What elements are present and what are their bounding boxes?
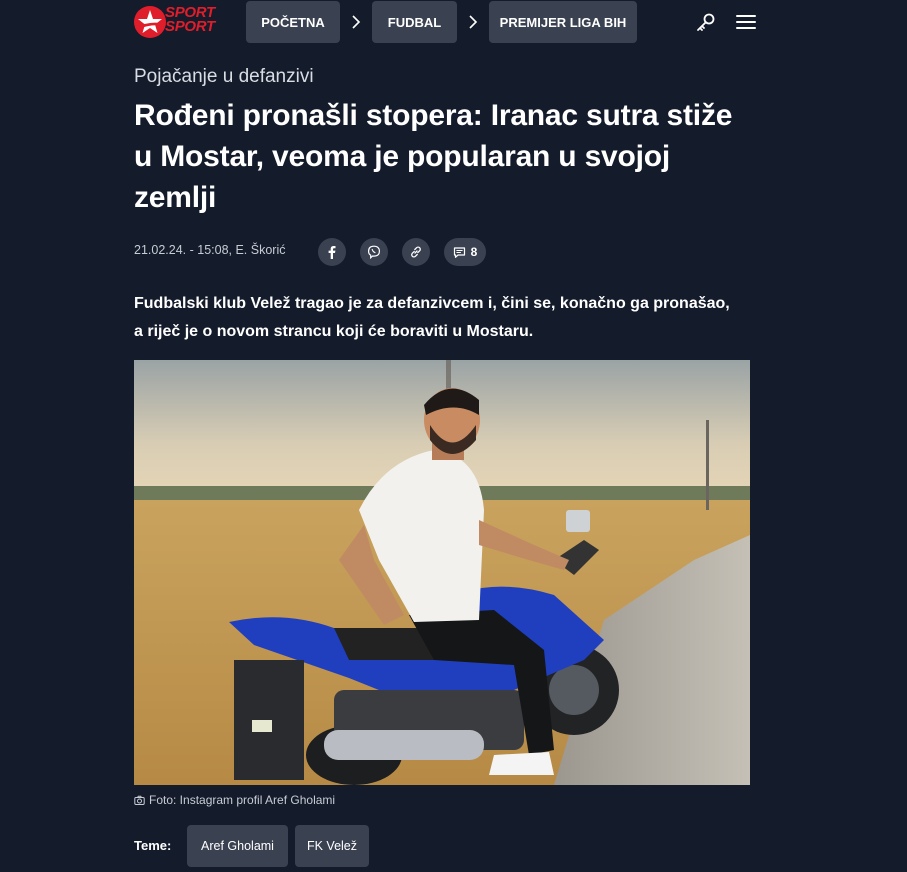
caption-text: Foto: Instagram profil Aref Gholami	[149, 793, 336, 807]
tags-label: Teme:	[134, 838, 172, 853]
breadcrumb-fudbal[interactable]: FUDBAL	[372, 1, 457, 43]
site-logo[interactable]: SPORT SPORT	[134, 5, 230, 39]
article-meta: 21.02.24. - 15:08, E. Škorić	[134, 243, 286, 257]
breadcrumb-home[interactable]: POČETNA	[246, 1, 340, 43]
chevron-right-icon	[350, 13, 362, 31]
article-lead: Fudbalski klub Velež tragao je za defanz…	[134, 295, 730, 340]
breadcrumb-premijer-liga[interactable]: PREMIJER LIGA BIH	[489, 1, 637, 43]
photo-caption: Foto: Instagram profil Aref Gholami	[134, 793, 335, 807]
hamburger-menu-icon[interactable]	[735, 11, 757, 33]
facebook-icon	[325, 245, 339, 259]
tag-fk-velez[interactable]: FK Velež	[295, 825, 369, 867]
article-photo[interactable]	[134, 360, 750, 785]
chevron-right-icon	[467, 13, 479, 31]
tag-aref-gholami[interactable]: Aref Gholami	[187, 825, 288, 867]
article-kicker: Pojačanje u defanzivi	[134, 66, 314, 87]
comments-count: 8	[470, 245, 478, 259]
comments-button[interactable]: 8	[444, 238, 486, 266]
link-icon	[409, 245, 423, 259]
logo-wordmark: SPORT SPORT	[165, 5, 215, 35]
copy-link-button[interactable]	[402, 238, 430, 266]
article-headline: Rođeni pronašli stopera: Iranac sutra st…	[134, 99, 733, 214]
star-icon	[134, 6, 166, 38]
camera-icon	[134, 795, 145, 806]
key-icon[interactable]	[695, 11, 717, 33]
logo-text-line2: SPORT	[165, 18, 215, 35]
viber-icon	[367, 245, 381, 259]
share-viber-button[interactable]	[360, 238, 388, 266]
comment-icon	[453, 246, 466, 259]
top-navigation-bar: SPORT SPORT POČETNA FUDBAL PREMIJER LIGA…	[0, 0, 907, 44]
share-facebook-button[interactable]	[318, 238, 346, 266]
